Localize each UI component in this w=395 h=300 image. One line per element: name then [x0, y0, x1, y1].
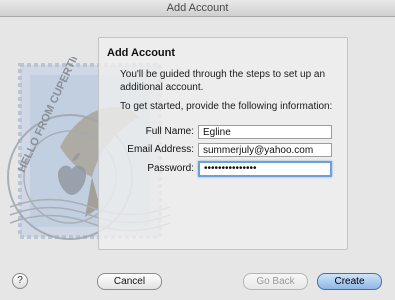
full-name-label: Full Name: — [145, 126, 194, 137]
add-account-panel: Add Account You'll be guided through the… — [98, 37, 348, 250]
password-field[interactable]: ••••••••••••••• — [198, 161, 332, 177]
email-address-field[interactable]: summerjuly@yahoo.com — [198, 143, 332, 157]
content-area: HELLO FROM CUPERTINO Add Account You'll … — [0, 17, 395, 300]
full-name-field[interactable]: Egline — [198, 125, 332, 139]
panel-prompt: To get started, provide the following in… — [120, 101, 333, 112]
email-address-label: Email Address: — [127, 144, 194, 155]
password-label: Password: — [147, 163, 194, 174]
go-back-button[interactable]: Go Back — [243, 273, 308, 290]
panel-description: You'll be guided through the steps to se… — [120, 69, 326, 93]
cancel-button[interactable]: Cancel — [97, 273, 162, 290]
help-button[interactable]: ? — [12, 273, 28, 289]
window-title: Add Account — [0, 0, 395, 17]
create-button[interactable]: Create — [317, 273, 382, 290]
add-account-window: Add Account HELLO FROM CUPERTINO Add Acc… — [0, 0, 395, 300]
panel-title: Add Account — [107, 47, 176, 59]
